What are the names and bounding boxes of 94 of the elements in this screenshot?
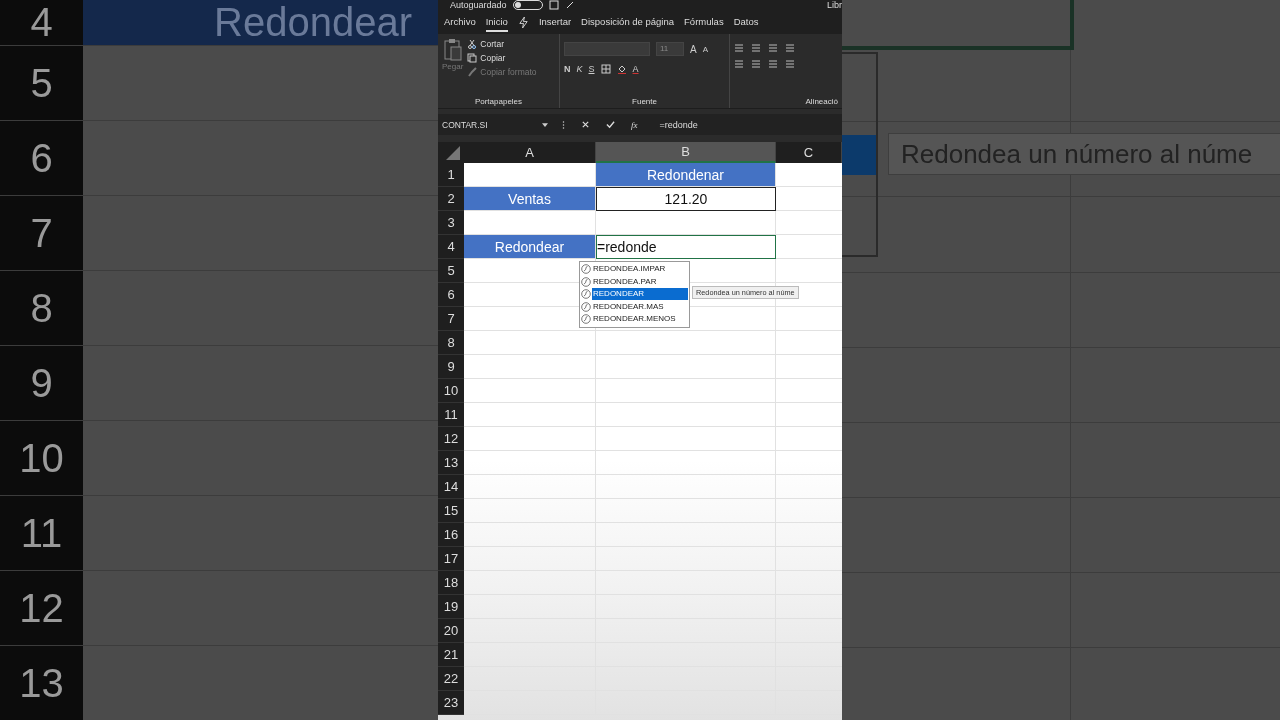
cell-input[interactable]: =redonde bbox=[596, 235, 776, 259]
row-header[interactable]: 6 bbox=[438, 283, 464, 307]
align-icon[interactable] bbox=[785, 44, 795, 52]
row-header[interactable]: 16 bbox=[438, 523, 464, 547]
ribbon-tab[interactable]: Datos bbox=[733, 12, 759, 32]
scissors-icon bbox=[467, 39, 478, 49]
row-number: 13 bbox=[0, 646, 83, 720]
row-header[interactable]: 8 bbox=[438, 331, 464, 355]
font-name-field[interactable] bbox=[564, 42, 650, 56]
grow-font-button[interactable]: A bbox=[690, 43, 697, 55]
row-header[interactable]: 5 bbox=[438, 259, 464, 283]
formula-field[interactable]: =redonde bbox=[659, 119, 698, 130]
row-header[interactable]: 23 bbox=[438, 691, 464, 715]
shrink-font-button[interactable]: A bbox=[702, 44, 708, 54]
row-header[interactable]: 4 bbox=[438, 235, 464, 259]
ribbon-tab[interactable]: Disposición de página bbox=[581, 12, 675, 32]
align-icon[interactable] bbox=[768, 60, 778, 68]
row-header[interactable]: 22 bbox=[438, 667, 464, 691]
function-icon bbox=[581, 301, 591, 312]
column-header[interactable]: B bbox=[596, 142, 776, 163]
row-number: 8 bbox=[0, 271, 83, 345]
row-header[interactable]: 10 bbox=[438, 379, 464, 403]
ribbon-tab[interactable]: Archivo bbox=[444, 12, 476, 32]
underline-button[interactable]: S bbox=[588, 64, 595, 74]
row-header[interactable]: 20 bbox=[438, 619, 464, 643]
font-color-button[interactable]: A bbox=[632, 64, 639, 74]
function-option[interactable]: REDONDEA.PAR bbox=[592, 275, 688, 288]
window-title: Libr bbox=[827, 0, 842, 10]
function-option[interactable]: REDONDEA.IMPAR bbox=[592, 263, 688, 276]
row-header[interactable]: 18 bbox=[438, 571, 464, 595]
row-header[interactable]: 1 bbox=[438, 163, 464, 187]
row-header[interactable]: 3 bbox=[438, 211, 464, 235]
function-icon bbox=[581, 314, 591, 325]
italic-button[interactable]: K bbox=[576, 64, 583, 74]
row-header[interactable]: 11 bbox=[438, 403, 464, 427]
borders-icon[interactable] bbox=[600, 64, 611, 74]
row-number: 9 bbox=[0, 346, 83, 420]
ribbon-tab[interactable]: Insertar bbox=[538, 12, 572, 32]
table-cell: 121.20 bbox=[596, 187, 776, 211]
table-cell: Redondear bbox=[464, 235, 596, 259]
row-number: 12 bbox=[0, 571, 83, 645]
row-number: 6 bbox=[0, 121, 83, 195]
save-icon[interactable] bbox=[548, 0, 559, 10]
group-label: Portapapeles bbox=[473, 97, 524, 106]
insert-function-button[interactable]: fx bbox=[631, 119, 638, 130]
fill-bucket-icon[interactable] bbox=[616, 64, 627, 74]
row-header[interactable]: 15 bbox=[438, 499, 464, 523]
row-number: 11 bbox=[0, 496, 83, 570]
autosave-label: Autoguardado bbox=[450, 0, 507, 10]
lightning-icon[interactable] bbox=[517, 15, 529, 29]
copy-button[interactable]: Copiar bbox=[467, 52, 537, 64]
row-header[interactable]: 13 bbox=[438, 451, 464, 475]
function-option[interactable]: REDONDEAR.MENOS bbox=[592, 313, 688, 326]
table-cell: Redondenar bbox=[596, 163, 776, 187]
more-icon[interactable] bbox=[562, 119, 565, 130]
function-icon bbox=[581, 276, 591, 287]
name-box[interactable]: CONTAR.SI bbox=[442, 119, 554, 130]
table-cell: Ventas bbox=[464, 187, 596, 211]
group-label: Alineació bbox=[804, 97, 838, 106]
ribbon-tab[interactable]: Inicio bbox=[485, 12, 508, 32]
ribbon-tab[interactable]: Fórmulas bbox=[684, 12, 724, 32]
row-header[interactable]: 2 bbox=[438, 187, 464, 211]
function-icon bbox=[581, 289, 591, 300]
close-icon[interactable] bbox=[581, 120, 590, 129]
row-header[interactable]: 21 bbox=[438, 643, 464, 667]
brush-icon bbox=[467, 67, 478, 77]
group-label: Fuente bbox=[631, 97, 658, 106]
align-icon[interactable] bbox=[785, 60, 795, 68]
copy-icon bbox=[467, 53, 478, 63]
align-icon[interactable] bbox=[734, 44, 744, 52]
row-header[interactable]: 12 bbox=[438, 427, 464, 451]
row-header[interactable]: 19 bbox=[438, 595, 464, 619]
function-option[interactable]: REDONDEAR bbox=[592, 288, 688, 301]
row-header[interactable]: 17 bbox=[438, 547, 464, 571]
paste-icon[interactable] bbox=[442, 38, 463, 62]
function-icon bbox=[581, 264, 591, 275]
row-number: 4 bbox=[0, 0, 83, 45]
align-icon[interactable] bbox=[734, 60, 744, 68]
caret-icon bbox=[542, 122, 548, 127]
align-icon[interactable] bbox=[751, 44, 761, 52]
align-icon[interactable] bbox=[751, 60, 761, 68]
cut-button[interactable]: Cortar bbox=[467, 38, 537, 50]
function-option[interactable]: REDONDEAR.MAS bbox=[592, 300, 688, 313]
table-cell: Redondear bbox=[83, 0, 438, 45]
row-header[interactable]: 14 bbox=[438, 475, 464, 499]
row-header[interactable]: 7 bbox=[438, 307, 464, 331]
paste-label: Pegar bbox=[442, 62, 464, 71]
row-number: 10 bbox=[0, 421, 83, 495]
bold-button[interactable]: N bbox=[564, 64, 571, 74]
check-icon[interactable] bbox=[606, 120, 615, 129]
row-number: 5 bbox=[0, 46, 83, 120]
row-header[interactable]: 9 bbox=[438, 355, 464, 379]
align-icon[interactable] bbox=[768, 44, 778, 52]
row-number: 7 bbox=[0, 196, 83, 270]
